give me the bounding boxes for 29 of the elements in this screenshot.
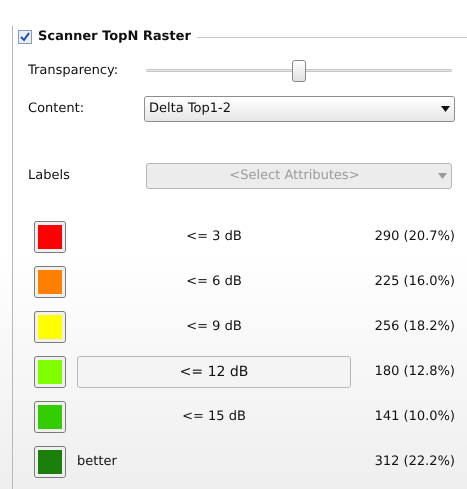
count-text: 312 (22.2%) [374, 453, 455, 472]
check-icon [20, 32, 30, 42]
range-label[interactable]: better [76, 446, 355, 478]
range-label[interactable]: <= 6 dB [77, 266, 351, 298]
range-label[interactable]: <= 12 dB [77, 356, 351, 388]
color-swatch[interactable] [34, 221, 66, 253]
range-label[interactable]: <= 9 dB [77, 311, 351, 343]
count-text: 141 (10.0%) [374, 408, 455, 426]
range-label[interactable]: <= 15 dB [77, 401, 351, 433]
transparency-label: Transparency: [28, 62, 120, 80]
range-label[interactable]: <= 3 dB [77, 221, 351, 253]
color-swatch[interactable] [34, 311, 66, 343]
count-text: 225 (16.0%) [374, 273, 455, 292]
dropdown-arrow-icon [438, 173, 447, 179]
checkbox[interactable] [18, 30, 32, 44]
color-swatch[interactable] [34, 401, 66, 433]
count-text: 290 (20.7%) [374, 228, 455, 246]
color-swatch[interactable] [34, 266, 66, 298]
content-label: Content: [28, 100, 86, 118]
group-title: Scanner TopN Raster [38, 28, 191, 46]
dropdown-arrow-icon [441, 106, 450, 112]
count-text: 180 (12.8%) [374, 363, 455, 382]
transparency-slider[interactable] [146, 60, 452, 82]
labels-label: Labels [28, 167, 71, 186]
content-dropdown[interactable]: Delta Top1-2 [144, 96, 455, 122]
count-text: 256 (18.2%) [374, 318, 455, 336]
color-swatch[interactable] [34, 356, 66, 388]
slider-thumb[interactable] [292, 60, 306, 82]
color-swatch[interactable] [34, 446, 66, 478]
